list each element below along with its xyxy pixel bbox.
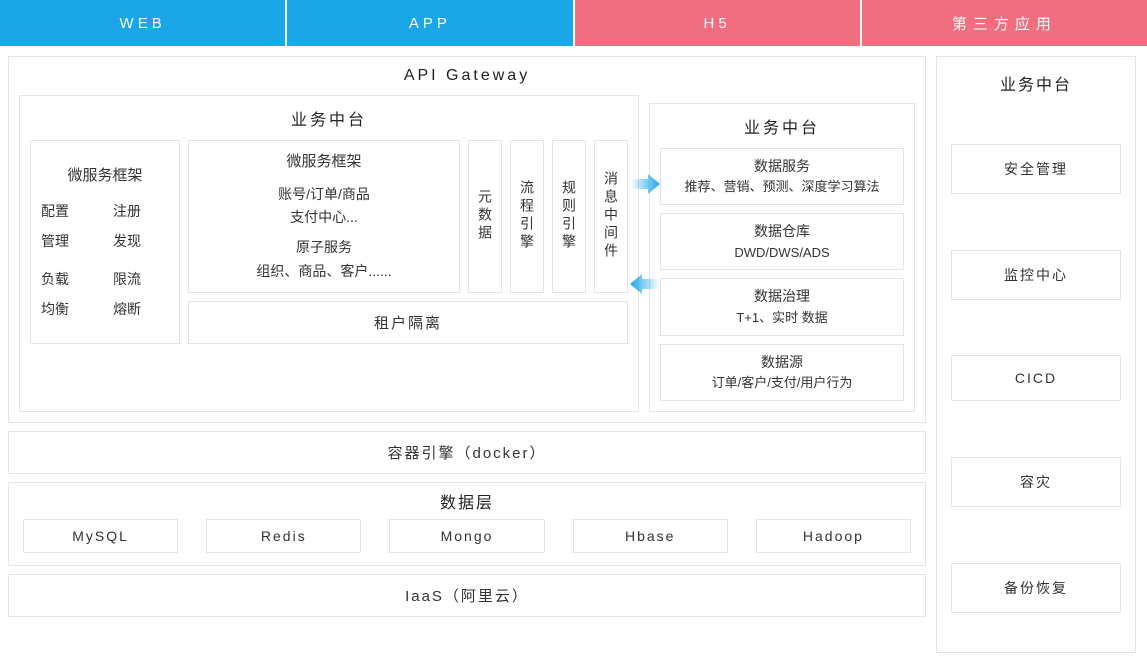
msvc-item: 注册 <box>113 201 169 221</box>
microservice-framework-title: 微服务框架 <box>41 164 169 185</box>
msvc-center-line: 支付中心... <box>195 206 453 230</box>
ops-dr: 容灾 <box>951 457 1121 507</box>
ops-list: 安全管理 监控中心 CICD 容灾 备份恢复 <box>937 109 1135 652</box>
msvc-item: 发现 <box>113 231 169 251</box>
right-column: 业务中台 安全管理 监控中心 CICD 容灾 备份恢复 <box>936 56 1136 653</box>
top-tabs: WEB APP H5 第三方应用 <box>0 0 1147 46</box>
left-column: API Gateway 业务中台 微服务框架 配置 注册 <box>8 56 926 653</box>
biz-mid-right-panel: 业务中台 数据服务 推荐、营销、预测、深度学习算法 数据仓库 DWD/DWS/A… <box>649 103 915 412</box>
data-governance-box: 数据治理 T+1、实时 数据 <box>660 278 904 335</box>
biz-mid-right-title: 业务中台 <box>650 104 914 148</box>
msvc-item: 熔断 <box>113 299 169 319</box>
body-row: API Gateway 业务中台 微服务框架 配置 注册 <box>0 46 1147 653</box>
ops-cicd: CICD <box>951 355 1121 401</box>
api-gateway-title: API Gateway <box>9 57 925 95</box>
db-hbase: Hbase <box>573 519 728 553</box>
data-item-desc: DWD/DWS/ADS <box>665 243 899 264</box>
microservice-center-title: 微服务框架 <box>195 149 453 175</box>
ops-panel-title: 业务中台 <box>937 57 1135 109</box>
msvc-item: 管理 <box>41 231 97 251</box>
architecture-diagram: WEB APP H5 第三方应用 API Gateway 业务中台 微服务框架 <box>0 0 1147 656</box>
data-item-desc: T+1、实时 数据 <box>665 308 899 329</box>
data-item-title: 数据仓库 <box>665 220 899 242</box>
vcol-metadata: 元数据 <box>468 140 502 293</box>
tab-thirdparty: 第三方应用 <box>862 0 1147 46</box>
arrow-right-icon <box>630 174 660 194</box>
tab-app: APP <box>287 0 574 46</box>
data-item-title: 数据服务 <box>665 155 899 177</box>
msvc-item: 限流 <box>113 269 169 289</box>
msvc-center-line: 组织、商品、客户...... <box>195 260 453 284</box>
msvc-center-line: 原子服务 <box>195 236 453 260</box>
data-item-desc: 推荐、营销、预测、深度学习算法 <box>665 177 899 198</box>
data-item-desc: 订单/客户/支付/用户行为 <box>665 373 899 394</box>
msvc-item: 配置 <box>41 201 97 221</box>
msvc-center-line: 账号/订单/商品 <box>195 183 453 207</box>
middleware-row: 业务中台 微服务框架 配置 注册 管理 发现 负载 <box>9 95 925 422</box>
db-hadoop: Hadoop <box>756 519 911 553</box>
biz-mid-left-panel: 业务中台 微服务框架 配置 注册 管理 发现 负载 <box>19 95 639 412</box>
iaas-panel: IaaS（阿里云） <box>8 574 926 617</box>
data-panel-inner: 数据服务 推荐、营销、预测、深度学习算法 数据仓库 DWD/DWS/ADS 数据… <box>650 148 914 411</box>
data-service-box: 数据服务 推荐、营销、预测、深度学习算法 <box>660 148 904 205</box>
vcol-flow-engine: 流程引擎 <box>510 140 544 293</box>
msvc-item: 负载 <box>41 269 97 289</box>
iaas-label: IaaS（阿里云） <box>9 575 925 616</box>
microservice-framework-grid: 配置 注册 管理 发现 负载 限流 均衡 熔断 <box>41 201 169 319</box>
data-item-title: 数据治理 <box>665 285 899 307</box>
tab-h5: H5 <box>575 0 862 46</box>
biz-mid-left-title: 业务中台 <box>20 96 638 140</box>
data-layer-title: 数据层 <box>9 483 925 519</box>
container-engine-label: 容器引擎（docker） <box>9 432 925 473</box>
tenant-isolation-box: 租户隔离 <box>188 301 628 344</box>
data-layer-panel: 数据层 MySQL Redis Mongo Hbase Hadoop <box>8 482 926 566</box>
api-gateway-panel: API Gateway 业务中台 微服务框架 配置 注册 <box>8 56 926 423</box>
db-mysql: MySQL <box>23 519 178 553</box>
microservice-center-row: 微服务框架 账号/订单/商品 支付中心... 原子服务 组织、商品、客户....… <box>188 140 628 293</box>
microservice-center-wrap: 微服务框架 账号/订单/商品 支付中心... 原子服务 组织、商品、客户....… <box>188 140 628 344</box>
ops-panel: 业务中台 安全管理 监控中心 CICD 容灾 备份恢复 <box>936 56 1136 653</box>
connector-arrows <box>630 174 660 294</box>
msvc-item: 均衡 <box>41 299 97 319</box>
microservice-center-box: 微服务框架 账号/订单/商品 支付中心... 原子服务 组织、商品、客户....… <box>188 140 460 293</box>
db-redis: Redis <box>206 519 361 553</box>
biz-mid-left-content: 微服务框架 配置 注册 管理 发现 负载 限流 均衡 熔断 <box>20 140 638 354</box>
data-warehouse-box: 数据仓库 DWD/DWS/ADS <box>660 213 904 270</box>
db-mongo: Mongo <box>389 519 544 553</box>
data-source-box: 数据源 订单/客户/支付/用户行为 <box>660 344 904 401</box>
ops-monitor: 监控中心 <box>951 250 1121 300</box>
vcol-rule-engine: 规则引擎 <box>552 140 586 293</box>
tab-web: WEB <box>0 0 287 46</box>
db-row: MySQL Redis Mongo Hbase Hadoop <box>23 519 911 553</box>
data-item-title: 数据源 <box>665 351 899 373</box>
ops-security: 安全管理 <box>951 144 1121 194</box>
data-layer-inner: MySQL Redis Mongo Hbase Hadoop <box>9 519 925 565</box>
container-engine-panel: 容器引擎（docker） <box>8 431 926 474</box>
vcol-message-mw: 消息中间件 <box>594 140 628 293</box>
arrow-left-icon <box>630 274 660 294</box>
ops-backup: 备份恢复 <box>951 563 1121 613</box>
microservice-framework-box: 微服务框架 配置 注册 管理 发现 负载 限流 均衡 熔断 <box>30 140 180 344</box>
